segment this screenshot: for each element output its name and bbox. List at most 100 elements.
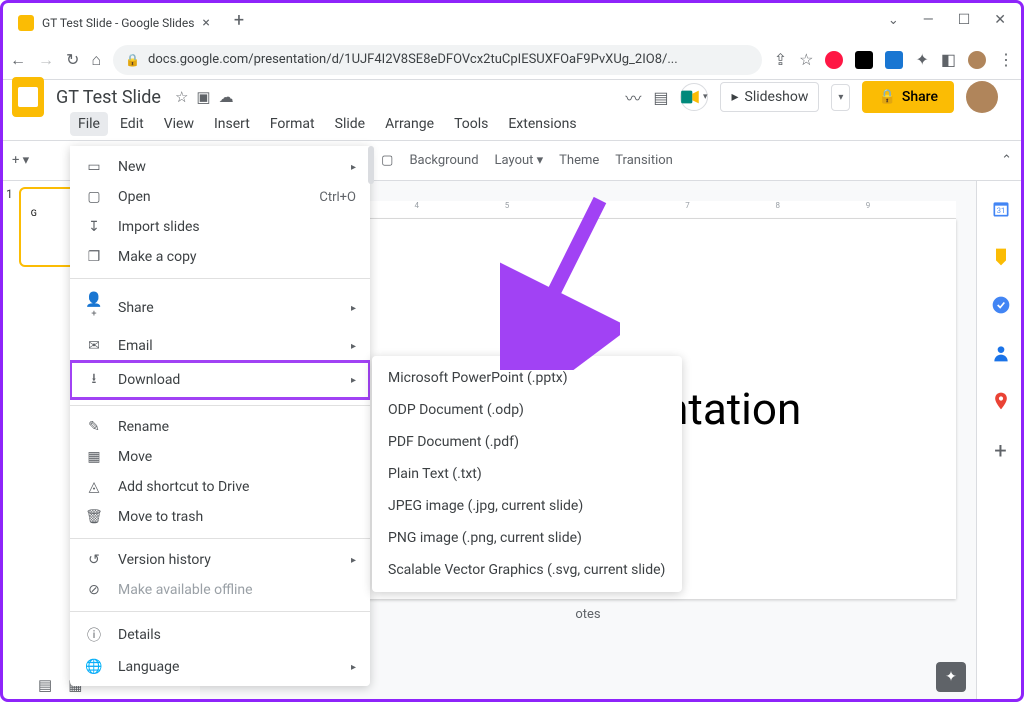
- theme-button[interactable]: Theme: [559, 153, 599, 168]
- menu-file[interactable]: File: [70, 112, 108, 136]
- calendar-icon[interactable]: 31: [991, 199, 1011, 219]
- copy-icon: ❐: [84, 249, 104, 265]
- share-url-icon[interactable]: ⇪: [774, 50, 787, 69]
- file-icon: ▭: [84, 159, 104, 175]
- browser-tab[interactable]: GT Test Slide - Google Slides ×: [8, 9, 220, 37]
- address-bar-row: ← → ↻ ⌂ 🔒 docs.google.com/presentation/d…: [0, 40, 1024, 80]
- collapse-toolbar-icon[interactable]: ⌃: [1001, 153, 1012, 168]
- filmstrip-view-icon[interactable]: ▤: [38, 676, 52, 694]
- side-panel: 31 +: [976, 181, 1024, 702]
- url-text: docs.google.com/presentation/d/1UJF4I2V8…: [148, 52, 678, 67]
- meet-icon[interactable]: ▾: [680, 83, 708, 111]
- menu-edit[interactable]: Edit: [112, 112, 152, 136]
- menu-new[interactable]: ▭New▸: [70, 152, 370, 182]
- add-addon-icon[interactable]: +: [991, 439, 1011, 459]
- menu-make-available-offline: ⊘Make available offline: [70, 575, 370, 605]
- address-bar[interactable]: 🔒 docs.google.com/presentation/d/1UJF4I2…: [113, 45, 762, 75]
- menubar: File Edit View Insert Format Slide Arran…: [0, 108, 1024, 141]
- activity-icon[interactable]: 〰: [625, 85, 641, 109]
- menu-extensions[interactable]: Extensions: [500, 112, 584, 136]
- menu-import-slides[interactable]: ↧Import slides: [70, 212, 370, 242]
- textbox-icon[interactable]: ▢: [381, 153, 393, 168]
- extension-icon-1[interactable]: [855, 51, 873, 69]
- menu-make-copy[interactable]: ❐Make a copy: [70, 242, 370, 272]
- menu-view[interactable]: View: [156, 112, 202, 136]
- globe-icon: 🌐: [84, 659, 104, 675]
- mail-icon: ✉: [84, 338, 104, 354]
- menu-tools[interactable]: Tools: [446, 112, 496, 136]
- thumb-number: 1: [6, 187, 13, 267]
- extension-icon-2[interactable]: [885, 51, 903, 69]
- close-window-button[interactable]: ✕: [994, 12, 1006, 28]
- offline-icon: ⊘: [84, 582, 104, 598]
- document-title[interactable]: GT Test Slide: [56, 87, 161, 108]
- reading-list-icon[interactable]: ◧: [941, 50, 956, 69]
- download-png[interactable]: PNG image (.png, current slide): [372, 522, 682, 554]
- import-icon: ↧: [84, 219, 104, 235]
- background-button[interactable]: Background: [409, 153, 478, 168]
- move-folder-icon[interactable]: ▣: [196, 88, 210, 106]
- download-odp[interactable]: ODP Document (.odp): [372, 394, 682, 426]
- menu-version-history[interactable]: ↺Version history▸: [70, 545, 370, 575]
- download-icon: ⭳: [84, 368, 104, 392]
- profile-avatar-icon[interactable]: [968, 51, 986, 69]
- download-txt[interactable]: Plain Text (.txt): [372, 458, 682, 490]
- new-tab-button[interactable]: +: [234, 10, 244, 31]
- file-menu-dropdown: ▭New▸ ▢OpenCtrl+O ↧Import slides ❐Make a…: [70, 146, 370, 686]
- maps-icon[interactable]: [991, 391, 1011, 411]
- slides-favicon-icon: [18, 15, 34, 31]
- brand-row: GT Test Slide ☆ ▣ ☁ 〰 ▤ ▾ ▸ Slideshow ▾ …: [0, 80, 1024, 108]
- explore-button[interactable]: ✦: [936, 662, 966, 692]
- download-pptx[interactable]: Microsoft PowerPoint (.pptx): [372, 362, 682, 394]
- menu-format[interactable]: Format: [262, 112, 323, 136]
- menu-language[interactable]: 🌐Language▸: [70, 652, 370, 682]
- play-icon: ▸: [731, 89, 738, 105]
- download-svg[interactable]: Scalable Vector Graphics (.svg, current …: [372, 554, 682, 586]
- forward-button[interactable]: →: [38, 50, 54, 70]
- chrome-menu-icon[interactable]: ⋮: [998, 50, 1014, 69]
- menu-slide[interactable]: Slide: [327, 112, 373, 136]
- maximize-button[interactable]: ☐: [958, 12, 971, 28]
- menu-share[interactable]: 👤⁺Share▸: [70, 285, 370, 331]
- minimize-button[interactable]: —: [923, 12, 934, 28]
- transition-button[interactable]: Transition: [615, 153, 673, 168]
- menu-add-shortcut[interactable]: ◬Add shortcut to Drive: [70, 472, 370, 502]
- menu-rename[interactable]: ✎Rename: [70, 412, 370, 442]
- comments-icon[interactable]: ▤: [653, 88, 668, 107]
- menu-insert[interactable]: Insert: [206, 112, 258, 136]
- tab-title: GT Test Slide - Google Slides: [42, 16, 194, 30]
- home-button[interactable]: ⌂: [91, 50, 101, 70]
- keep-icon[interactable]: [991, 247, 1011, 267]
- browser-chrome: GT Test Slide - Google Slides × + ⌄ — ☐ …: [0, 0, 1024, 80]
- download-pdf[interactable]: PDF Document (.pdf): [372, 426, 682, 458]
- dropdown-scrollbar[interactable]: [368, 146, 374, 184]
- menu-move[interactable]: ▦Move: [70, 442, 370, 472]
- extensions-area: ✦ ◧ ⋮: [825, 50, 1014, 69]
- cloud-status-icon[interactable]: ☁: [219, 88, 234, 106]
- layout-button[interactable]: Layout ▾: [495, 153, 544, 168]
- slideshow-dropdown-icon[interactable]: ▾: [831, 84, 850, 111]
- new-slide-button[interactable]: + ▾: [12, 153, 29, 168]
- contacts-icon[interactable]: [991, 343, 1011, 363]
- bookmark-star-icon[interactable]: ☆: [799, 50, 813, 69]
- browser-titlebar: GT Test Slide - Google Slides × + ⌄ — ☐ …: [0, 0, 1024, 40]
- reload-button[interactable]: ↻: [66, 50, 79, 69]
- extensions-puzzle-icon[interactable]: ✦: [915, 50, 928, 69]
- slides-logo-icon[interactable]: [12, 77, 44, 117]
- back-button[interactable]: ←: [10, 50, 26, 70]
- menu-arrange[interactable]: Arrange: [377, 112, 442, 136]
- menu-email[interactable]: ✉Email▸: [70, 331, 370, 361]
- opera-ext-icon[interactable]: [825, 51, 843, 69]
- menu-open[interactable]: ▢OpenCtrl+O: [70, 182, 370, 212]
- tabs-dropdown-icon[interactable]: ⌄: [888, 13, 899, 28]
- star-icon[interactable]: ☆: [175, 88, 188, 106]
- menu-details[interactable]: ⓘDetails: [70, 618, 370, 652]
- menu-move-to-trash[interactable]: 🗑Move to trash: [70, 502, 370, 532]
- tab-close-icon[interactable]: ×: [202, 15, 209, 31]
- drive-shortcut-icon: ◬: [84, 479, 104, 495]
- menu-download[interactable]: ⭳Download▸: [70, 361, 370, 399]
- download-jpeg[interactable]: JPEG image (.jpg, current slide): [372, 490, 682, 522]
- tasks-icon[interactable]: [991, 295, 1011, 315]
- trash-icon: 🗑: [84, 509, 104, 525]
- svg-text:31: 31: [996, 206, 1004, 215]
